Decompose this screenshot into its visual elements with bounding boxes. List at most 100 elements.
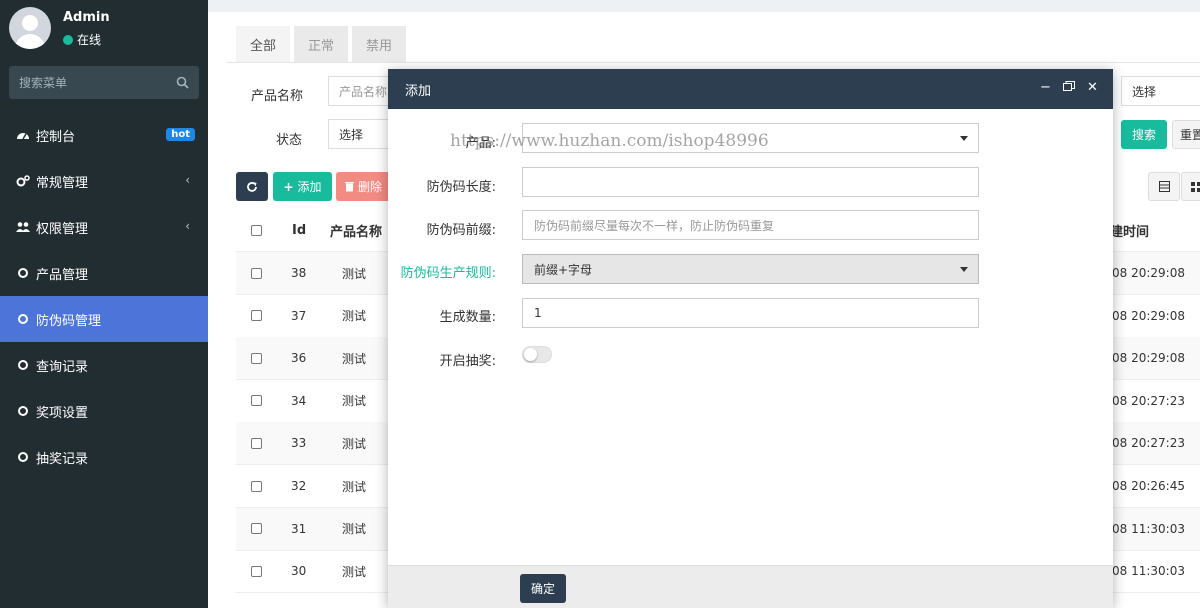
sidebar-search-placeholder: 搜索菜单	[19, 76, 68, 90]
chevron-left-icon: ‹	[185, 173, 190, 187]
sidebar-item-label: 控制台	[36, 129, 76, 145]
sidebar-item-label: 防伪码管理	[36, 313, 102, 329]
sidebar-item-query-log[interactable]: 查询记录	[0, 342, 208, 388]
row-name: 测试	[342, 564, 367, 579]
filter-right-select[interactable]: 选择	[1121, 76, 1200, 106]
refresh-icon	[247, 181, 257, 192]
row-checkbox[interactable]	[251, 437, 262, 449]
count-label: 生成数量:	[439, 310, 496, 325]
row-name: 测试	[342, 522, 367, 537]
tabs-divider	[226, 62, 1200, 63]
dashboard-icon	[16, 129, 30, 141]
row-id: 34	[291, 393, 307, 408]
length-input[interactable]	[522, 167, 979, 197]
row-checkbox[interactable]	[251, 480, 262, 492]
table-view-button[interactable]	[1148, 172, 1180, 201]
prefix-label: 防伪码前缀:	[426, 223, 496, 238]
sidebar-item-permission[interactable]: 权限管理 ‹	[0, 204, 208, 250]
circle-icon	[16, 406, 30, 416]
circle-icon	[16, 360, 30, 370]
row-time: 08 20:27:23	[1112, 436, 1185, 451]
minimize-icon[interactable]: −	[1040, 81, 1051, 95]
row-time: 08 11:30:03	[1112, 564, 1185, 579]
row-time: 08 11:30:03	[1112, 521, 1185, 536]
sidebar-item-anticounterfeit[interactable]: 防伪码管理	[0, 296, 208, 342]
column-header-name[interactable]: 产品名称	[330, 209, 382, 251]
column-header-time[interactable]: 建时间	[1110, 209, 1149, 251]
trash-icon	[344, 182, 354, 192]
refresh-button[interactable]	[236, 172, 268, 201]
grid-icon	[1191, 181, 1200, 192]
rule-select-value: 前缀+字母	[534, 262, 593, 277]
sidebar-item-dashboard[interactable]: 控制台 hot	[0, 112, 208, 158]
add-button[interactable]: + 添加	[273, 172, 332, 201]
search-icon[interactable]	[176, 76, 189, 89]
row-id: 30	[291, 564, 307, 579]
row-name: 测试	[342, 394, 367, 409]
circle-icon	[16, 268, 30, 278]
sidebar-item-label: 奖项设置	[36, 405, 89, 421]
row-id: 32	[291, 479, 307, 493]
sidebar-menu: 控制台 hot 常规管理 ‹ 权限管理 ‹ 产品管理 防伪码管理 查询记录 奖项…	[0, 112, 208, 480]
confirm-button[interactable]: 确定	[520, 574, 566, 603]
row-checkbox[interactable]	[251, 565, 262, 577]
sidebar-item-label: 抽奖记录	[36, 451, 89, 467]
user-panel: Admin 在线	[0, 0, 208, 62]
row-checkbox[interactable]	[251, 267, 262, 279]
tab-normal[interactable]: 正常	[294, 26, 349, 62]
sidebar-item-product[interactable]: 产品管理	[0, 250, 208, 296]
sidebar-item-lottery-log[interactable]: 抽奖记录	[0, 434, 208, 480]
modal-header: 添加 − ✕	[388, 69, 1113, 109]
status-tabs: 全部 正常 禁用	[236, 26, 407, 62]
circle-icon	[16, 314, 30, 324]
row-id: 31	[291, 521, 307, 536]
row-name: 测试	[342, 351, 367, 366]
hot-badge: hot	[166, 128, 195, 141]
avatar[interactable]	[9, 7, 51, 49]
sidebar-search-input[interactable]: 搜索菜单	[9, 66, 199, 99]
search-button[interactable]: 搜索	[1121, 120, 1167, 149]
add-button-label: 添加	[297, 180, 322, 194]
sidebar-item-label: 查询记录	[36, 359, 89, 375]
delete-button[interactable]: 删除	[336, 172, 391, 201]
row-id: 33	[291, 436, 307, 451]
tab-disabled[interactable]: 禁用	[352, 26, 407, 62]
online-dot-icon	[63, 34, 73, 45]
maximize-icon[interactable]	[1063, 81, 1075, 95]
row-id: 37	[291, 308, 307, 323]
row-time: 08 20:29:08	[1112, 351, 1185, 366]
row-checkbox[interactable]	[251, 352, 262, 364]
row-name: 测试	[342, 436, 367, 451]
select-all-checkbox[interactable]	[251, 224, 262, 236]
sidebar-item-label: 产品管理	[36, 267, 89, 283]
sidebar-item-label: 权限管理	[36, 221, 89, 237]
filter-status-label: 状态	[276, 133, 303, 148]
modal-footer: 确定	[388, 565, 1113, 608]
prefix-input[interactable]: 防伪码前缀尽量每次不一样，防止防伪码重复	[522, 210, 979, 240]
reset-button[interactable]: 重置	[1172, 120, 1200, 149]
caret-down-icon	[960, 267, 968, 272]
rule-select[interactable]: 前缀+字母	[522, 254, 979, 284]
watermark-text: https://www.huzhan.com/ishop48996	[450, 131, 769, 151]
row-checkbox[interactable]	[251, 523, 262, 535]
table-icon	[1158, 181, 1170, 192]
grid-view-button[interactable]	[1181, 172, 1200, 201]
modal-title: 添加	[405, 83, 432, 99]
count-input[interactable]: 1	[522, 298, 979, 328]
delete-button-label: 删除	[357, 180, 382, 194]
content-top-strip	[208, 0, 1200, 12]
tab-all[interactable]: 全部	[236, 26, 291, 62]
lottery-toggle[interactable]	[522, 346, 552, 363]
column-header-id[interactable]: Id	[292, 209, 306, 251]
filter-product-label: 产品名称	[251, 89, 304, 104]
sidebar-item-general[interactable]: 常规管理 ‹	[0, 158, 208, 204]
row-id: 36	[291, 351, 307, 366]
row-time: 08 20:27:23	[1112, 393, 1185, 408]
sidebar-item-label: 常规管理	[36, 175, 89, 191]
row-checkbox[interactable]	[251, 310, 262, 322]
users-icon	[16, 221, 30, 233]
close-icon[interactable]: ✕	[1087, 81, 1098, 95]
row-name: 测试	[342, 266, 367, 281]
row-checkbox[interactable]	[251, 395, 262, 407]
sidebar-item-prize-settings[interactable]: 奖项设置	[0, 388, 208, 434]
